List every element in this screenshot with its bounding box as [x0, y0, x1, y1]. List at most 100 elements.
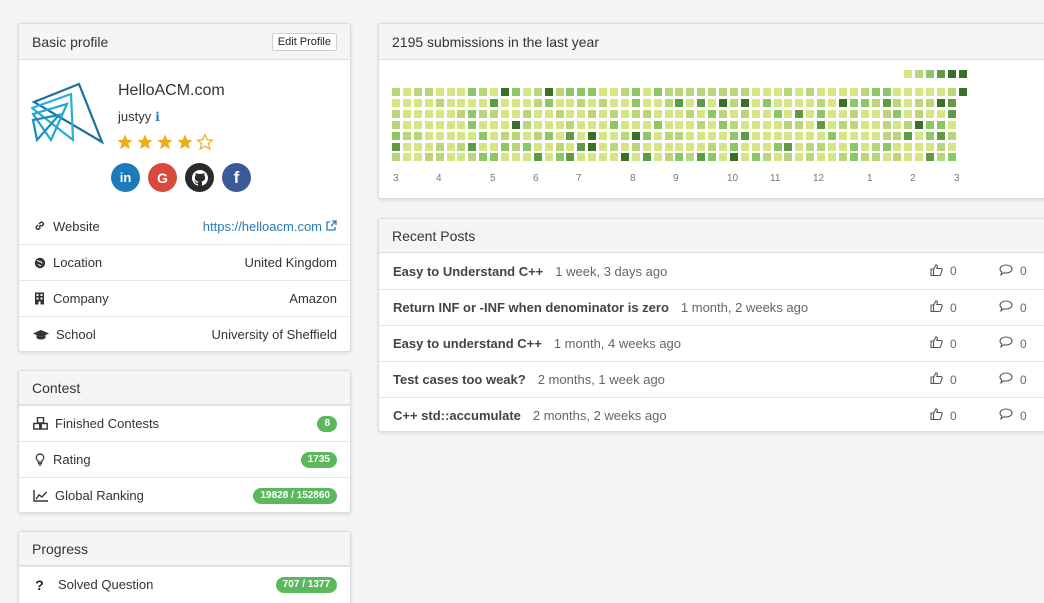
heatmap-day-cell[interactable] — [697, 88, 706, 96]
heatmap-day-cell[interactable] — [828, 98, 836, 107]
heatmap-day-cell[interactable] — [610, 142, 618, 151]
heatmap-day-cell[interactable] — [740, 153, 749, 162]
heatmap-day-cell[interactable] — [620, 142, 629, 151]
heatmap-day-cell[interactable] — [555, 88, 564, 96]
post-comments[interactable]: 0 — [999, 372, 1027, 387]
heatmap-day-cell[interactable] — [773, 142, 782, 151]
heatmap-day-cell[interactable] — [762, 142, 771, 151]
heatmap-day-cell[interactable] — [501, 131, 509, 140]
heatmap-day-cell[interactable] — [424, 153, 433, 162]
heatmap-day-cell[interactable] — [751, 120, 760, 129]
heatmap-day-cell[interactable] — [479, 131, 488, 140]
heatmap-day-cell[interactable] — [610, 88, 618, 96]
heatmap-day-cell[interactable] — [413, 131, 422, 140]
heatmap-day-cell[interactable] — [577, 120, 586, 129]
heatmap-day-cell[interactable] — [773, 153, 782, 162]
heatmap-day-cell[interactable] — [686, 131, 695, 140]
heatmap-day-cell[interactable] — [762, 88, 771, 96]
heatmap-day-cell[interactable] — [860, 142, 869, 151]
heatmap-day-cell[interactable] — [904, 153, 913, 162]
heatmap-day-cell[interactable] — [402, 153, 411, 162]
heatmap-day-cell[interactable] — [904, 98, 913, 107]
heatmap-day-cell[interactable] — [937, 131, 945, 140]
list-item[interactable]: C++ std::accumulate 2 months, 2 weeks ag… — [379, 397, 1044, 431]
heatmap-day-cell[interactable] — [806, 109, 815, 118]
heatmap-day-cell[interactable] — [577, 109, 586, 118]
heatmap-day-cell[interactable] — [926, 120, 935, 129]
heatmap-day-cell[interactable] — [468, 120, 477, 129]
heatmap-day-cell[interactable] — [795, 142, 804, 151]
heatmap-day-cell[interactable] — [620, 109, 629, 118]
heatmap-day-cell[interactable] — [762, 98, 771, 107]
google-icon[interactable]: G — [148, 163, 177, 192]
heatmap-day-cell[interactable] — [838, 88, 847, 96]
heatmap-day-cell[interactable] — [882, 88, 891, 96]
heatmap-day-cell[interactable] — [457, 131, 466, 140]
heatmap-day-cell[interactable] — [697, 109, 706, 118]
heatmap-day-cell[interactable] — [577, 142, 586, 151]
heatmap-day-cell[interactable] — [435, 153, 444, 162]
heatmap-day-cell[interactable] — [620, 153, 629, 162]
heatmap-day-cell[interactable] — [806, 120, 815, 129]
heatmap-day-cell[interactable] — [490, 98, 499, 107]
heatmap-day-cell[interactable] — [882, 120, 891, 129]
heatmap-day-cell[interactable] — [697, 153, 706, 162]
heatmap-day-cell[interactable] — [631, 98, 640, 107]
heatmap-day-cell[interactable] — [904, 70, 913, 78]
heatmap-day-cell[interactable] — [762, 131, 771, 140]
heatmap-day-cell[interactable] — [904, 120, 913, 129]
heatmap-day-cell[interactable] — [849, 120, 858, 129]
heatmap-day-cell[interactable] — [664, 131, 673, 140]
heatmap-day-cell[interactable] — [544, 131, 553, 140]
heatmap-day-cell[interactable] — [566, 120, 575, 129]
heatmap-day-cell[interactable] — [490, 88, 499, 96]
heatmap-day-cell[interactable] — [719, 131, 727, 140]
heatmap-day-cell[interactable] — [620, 120, 629, 129]
heatmap-day-cell[interactable] — [566, 98, 575, 107]
heatmap-day-cell[interactable] — [947, 88, 956, 96]
heatmap-day-cell[interactable] — [915, 131, 924, 140]
heatmap-day-cell[interactable] — [817, 98, 826, 107]
heatmap-day-cell[interactable] — [729, 120, 738, 129]
facebook-icon[interactable]: f — [222, 163, 251, 192]
heatmap-day-cell[interactable] — [719, 88, 727, 96]
heatmap-day-cell[interactable] — [817, 120, 826, 129]
heatmap-day-cell[interactable] — [468, 153, 477, 162]
heatmap-day-cell[interactable] — [522, 98, 531, 107]
heatmap-day-cell[interactable] — [751, 131, 760, 140]
heatmap-day-cell[interactable] — [511, 98, 520, 107]
heatmap-day-cell[interactable] — [729, 109, 738, 118]
heatmap-day-cell[interactable] — [457, 109, 466, 118]
heatmap-day-cell[interactable] — [424, 88, 433, 96]
heatmap-day-cell[interactable] — [838, 98, 847, 107]
heatmap-day-cell[interactable] — [719, 98, 727, 107]
heatmap-day-cell[interactable] — [697, 98, 706, 107]
heatmap-day-cell[interactable] — [926, 88, 935, 96]
heatmap-day-cell[interactable] — [653, 109, 662, 118]
heatmap-day-cell[interactable] — [697, 131, 706, 140]
heatmap-day-cell[interactable] — [653, 131, 662, 140]
heatmap-day-cell[interactable] — [479, 153, 488, 162]
heatmap-day-cell[interactable] — [664, 88, 673, 96]
heatmap-day-cell[interactable] — [631, 88, 640, 96]
heatmap-day-cell[interactable] — [413, 109, 422, 118]
heatmap-day-cell[interactable] — [784, 142, 793, 151]
heatmap-day-cell[interactable] — [490, 142, 499, 151]
heatmap-day-cell[interactable] — [937, 98, 945, 107]
heatmap-day-cell[interactable] — [392, 88, 400, 96]
heatmap-day-cell[interactable] — [828, 120, 836, 129]
heatmap-day-cell[interactable] — [860, 131, 869, 140]
heatmap-day-cell[interactable] — [468, 131, 477, 140]
heatmap-day-cell[interactable] — [806, 142, 815, 151]
heatmap-day-cell[interactable] — [751, 98, 760, 107]
heatmap-day-cell[interactable] — [555, 131, 564, 140]
heatmap-day-cell[interactable] — [468, 109, 477, 118]
heatmap-day-cell[interactable] — [653, 88, 662, 96]
heatmap-day-cell[interactable] — [740, 120, 749, 129]
heatmap-day-cell[interactable] — [915, 153, 924, 162]
heatmap-day-cell[interactable] — [664, 153, 673, 162]
heatmap-day-cell[interactable] — [784, 131, 793, 140]
heatmap-day-cell[interactable] — [795, 131, 804, 140]
heatmap-day-cell[interactable] — [762, 120, 771, 129]
heatmap-day-cell[interactable] — [849, 88, 858, 96]
